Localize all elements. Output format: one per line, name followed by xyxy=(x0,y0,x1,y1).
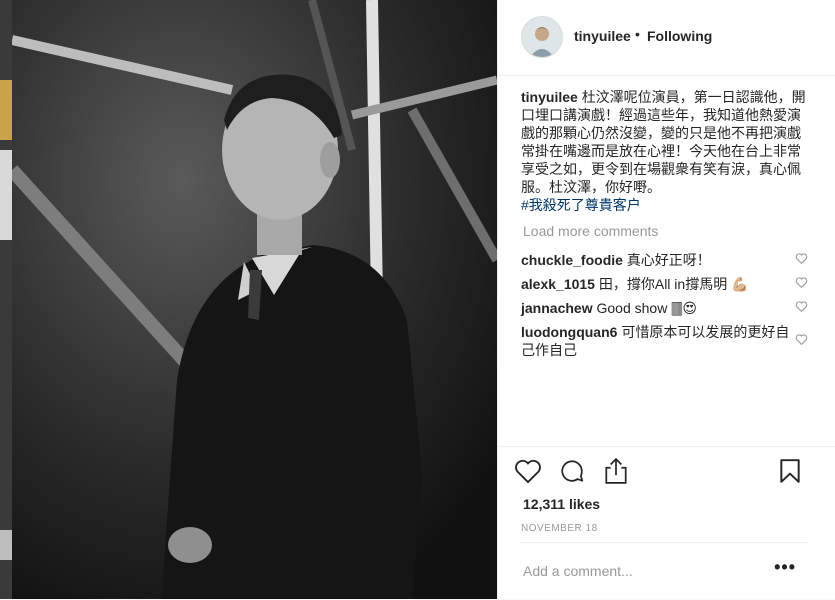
following-button[interactable]: Following xyxy=(647,28,712,44)
heart-icon[interactable] xyxy=(514,458,542,484)
small-heart-icon[interactable] xyxy=(795,300,808,313)
add-comment-bar: ••• xyxy=(521,542,808,600)
comment-username-link[interactable]: jannachew xyxy=(521,300,593,316)
comment-username-link[interactable]: luodongquan6 xyxy=(521,324,617,340)
post-photo[interactable] xyxy=(12,0,497,599)
hashtag-link[interactable]: #我殺死了尊貴客户 xyxy=(521,196,811,214)
add-comment-input[interactable] xyxy=(523,563,753,579)
bookmark-icon[interactable] xyxy=(779,458,801,484)
comment-username-link[interactable]: alexk_1015 xyxy=(521,276,595,292)
small-heart-icon[interactable] xyxy=(795,333,808,346)
comment-text: 真心好正呀！ xyxy=(626,252,711,268)
small-heart-icon[interactable] xyxy=(795,276,808,289)
share-upload-icon[interactable] xyxy=(603,457,629,485)
likes-count[interactable]: 12,311 likes xyxy=(523,496,600,512)
post-detail-panel: tinyuilee • Following tinyuilee 杜汶澤呢位演員，… xyxy=(497,0,835,599)
previous-post-edge xyxy=(0,0,12,599)
small-heart-icon[interactable] xyxy=(795,252,808,265)
comment-username-link[interactable]: chuckle_foodie xyxy=(521,252,623,268)
load-more-comments-link[interactable]: Load more comments xyxy=(523,223,658,239)
comment-text: Good show 🀫😍 xyxy=(596,300,697,316)
comment-item: chuckle_foodie 真心好正呀！ xyxy=(521,251,791,269)
post-header: tinyuilee • Following xyxy=(498,0,835,76)
post-caption: tinyuilee 杜汶澤呢位演員，第一日認識他，開口埋口講演戲！經過這些年，我… xyxy=(521,88,811,214)
post-date[interactable]: NOVEMBER 18 xyxy=(521,523,598,534)
author-username-link[interactable]: tinyuilee xyxy=(574,28,631,44)
avatar[interactable] xyxy=(521,16,563,58)
caption-username-link[interactable]: tinyuilee xyxy=(521,89,578,105)
comment-item: alexk_1015 田，撐你All in撐馬明 💪🏼 xyxy=(521,275,791,293)
post-actions-bar xyxy=(498,446,835,447)
comment-bubble-icon[interactable] xyxy=(559,458,585,484)
separator-dot: • xyxy=(635,26,640,42)
more-options-icon[interactable]: ••• xyxy=(774,557,796,578)
comment-text: 田，撐你All in撐馬明 💪🏼 xyxy=(598,276,749,292)
comment-item: luodongquan6 可惜原本可以发展的更好自己作自己 xyxy=(521,323,791,359)
comment-item: jannachew Good show 🀫😍 xyxy=(521,299,791,317)
